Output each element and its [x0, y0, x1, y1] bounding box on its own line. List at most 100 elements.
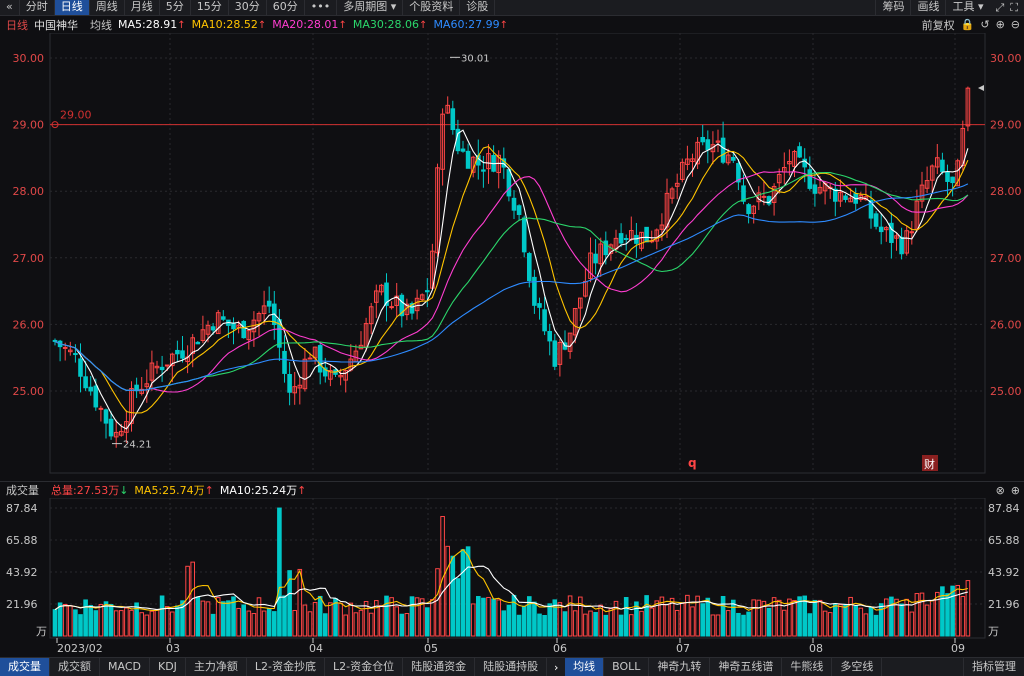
volume-bar[interactable]	[899, 603, 904, 637]
volume-bar[interactable]	[282, 595, 287, 637]
toolbar-tab[interactable]: 日线	[54, 0, 90, 15]
volume-bar[interactable]	[771, 597, 777, 637]
indicator-tab[interactable]: L2-资金抄底	[247, 658, 326, 676]
volume-bar[interactable]	[246, 610, 252, 637]
volume-bar[interactable]	[833, 603, 838, 637]
candle-body[interactable]	[940, 159, 945, 173]
volume-bar[interactable]	[200, 600, 206, 637]
candle-body[interactable]	[950, 176, 955, 184]
volume-bar[interactable]	[578, 596, 583, 637]
volume-bar[interactable]	[884, 598, 889, 637]
volume-bar[interactable]	[537, 613, 542, 637]
volume-bar[interactable]	[598, 604, 604, 637]
volume-bar[interactable]	[476, 596, 481, 637]
volume-bar[interactable]	[802, 595, 808, 637]
volume-bar[interactable]	[389, 597, 394, 637]
volume-bar[interactable]	[955, 584, 961, 637]
candle-body[interactable]	[62, 346, 68, 349]
volume-bar[interactable]	[103, 601, 109, 637]
volume-bar[interactable]	[88, 605, 94, 637]
volume-bar[interactable]	[68, 605, 73, 637]
candle-body[interactable]	[52, 339, 58, 342]
back-icon[interactable]: «	[0, 0, 20, 15]
volume-bar[interactable]	[822, 610, 828, 637]
volume-bar[interactable]	[261, 610, 267, 637]
volume-bar[interactable]	[384, 595, 389, 637]
volume-bar[interactable]	[108, 604, 114, 637]
volume-bar[interactable]	[664, 604, 670, 637]
volume-bar[interactable]	[486, 596, 491, 637]
volume-bar[interactable]	[797, 596, 802, 637]
candle-body[interactable]	[450, 108, 456, 131]
volume-bar[interactable]	[404, 613, 410, 637]
volume-bar[interactable]	[368, 612, 374, 637]
volume-bar[interactable]	[98, 604, 104, 637]
volume-bar[interactable]	[241, 604, 246, 637]
volume-bar[interactable]	[776, 599, 782, 637]
candle-body[interactable]	[761, 195, 767, 198]
toolbar-tab[interactable]: 诊股	[460, 0, 496, 15]
volume-bar[interactable]	[700, 603, 706, 637]
volume-bar[interactable]	[516, 614, 522, 637]
volume-bar[interactable]	[57, 602, 63, 637]
volume-bar[interactable]	[705, 597, 711, 637]
volume-bar[interactable]	[129, 609, 134, 637]
volume-bar[interactable]	[236, 607, 241, 637]
volume-bar[interactable]	[292, 610, 297, 637]
volume-bar[interactable]	[889, 596, 894, 637]
volume-bar[interactable]	[62, 603, 68, 637]
volume-bar[interactable]	[623, 597, 629, 637]
volume-bar[interactable]	[848, 596, 853, 637]
volume-bar[interactable]	[868, 606, 874, 637]
indicator-tab[interactable]: 陆股通持股	[475, 658, 548, 676]
indicator-tab[interactable]: 主力净额	[186, 658, 247, 676]
volume-bar[interactable]	[170, 611, 175, 637]
volume-bar[interactable]	[506, 604, 512, 637]
volume-bar[interactable]	[435, 568, 440, 637]
volume-bar[interactable]	[450, 555, 456, 637]
event-marker-q[interactable]: q	[688, 456, 697, 470]
volume-bar[interactable]	[751, 599, 757, 637]
volume-bar[interactable]	[878, 603, 884, 637]
volume-bar[interactable]	[73, 609, 78, 637]
volume-bar[interactable]	[710, 614, 716, 637]
toolbar-tab[interactable]: 60分	[267, 0, 305, 15]
candle-body[interactable]	[899, 236, 904, 255]
volume-bar[interactable]	[348, 602, 354, 637]
volume-bar[interactable]	[226, 600, 231, 637]
toolbar-tab[interactable]: 30分	[229, 0, 267, 15]
volume-bar[interactable]	[445, 545, 450, 637]
candle-body[interactable]	[552, 340, 558, 367]
candle-body[interactable]	[164, 364, 170, 367]
candle-body[interactable]	[460, 148, 466, 152]
candle-body[interactable]	[73, 353, 78, 356]
volume-bar[interactable]	[317, 595, 323, 637]
candle-body[interactable]	[705, 139, 711, 151]
volume-title[interactable]: 成交量	[6, 482, 39, 498]
volume-bar[interactable]	[399, 613, 405, 637]
toolbar-tab[interactable]: 月线	[125, 0, 160, 15]
overlay-tab[interactable]: 神奇五线谱	[710, 658, 783, 676]
volume-bar[interactable]	[542, 614, 547, 637]
candle-body[interactable]	[644, 226, 649, 243]
volume-bar[interactable]	[572, 610, 578, 637]
volume-bar[interactable]	[685, 594, 690, 637]
volume-bar[interactable]	[817, 599, 823, 637]
volume-bar[interactable]	[567, 595, 573, 637]
overlay-tab[interactable]: 牛熊线	[782, 658, 833, 676]
volume-bar[interactable]	[649, 607, 655, 637]
toolbar-right-item[interactable]: 筹码	[875, 0, 910, 15]
candle-body[interactable]	[103, 409, 109, 424]
volume-bar[interactable]	[266, 607, 272, 637]
volume-bar[interactable]	[945, 593, 950, 637]
volume-bar[interactable]	[159, 595, 165, 637]
close-icon[interactable]: ⊗	[996, 484, 1005, 497]
volume-bar[interactable]	[470, 603, 476, 637]
candle-body[interactable]	[547, 330, 553, 342]
volume-bar[interactable]	[210, 613, 216, 637]
candle-body[interactable]	[746, 204, 751, 215]
candle-body[interactable]	[731, 156, 736, 161]
fuquan-select[interactable]: 前复权	[922, 17, 955, 33]
toolbar-right-item[interactable]: 工具 ▾	[945, 0, 989, 15]
volume-bar[interactable]	[521, 605, 527, 637]
